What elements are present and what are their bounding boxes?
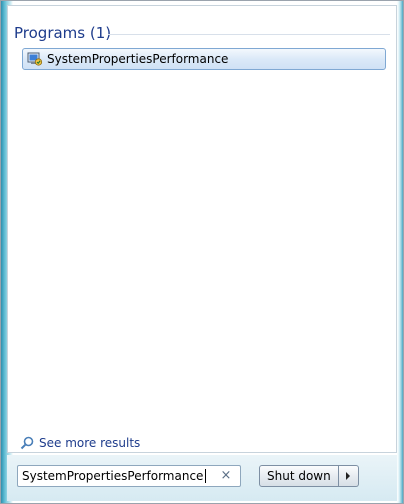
see-more-results-label: See more results (39, 436, 141, 450)
chevron-right-icon (346, 472, 351, 480)
search-icon (20, 436, 34, 450)
search-input[interactable]: SystemPropertiesPerformance × (17, 465, 241, 487)
start-menu-bottom-bar: SystemPropertiesPerformance × Shut down (7, 455, 397, 501)
search-input-value: SystemPropertiesPerformance (22, 469, 204, 483)
power-controls: Shut down (259, 465, 359, 487)
section-divider (108, 34, 390, 35)
shut-down-button[interactable]: Shut down (259, 465, 339, 487)
start-menu: Programs (1) SystemPropertiesPerformance… (0, 0, 404, 504)
clear-icon[interactable]: × (220, 469, 232, 483)
search-results-panel: Programs (1) SystemPropertiesPerformance… (7, 5, 397, 453)
text-caret (205, 469, 207, 483)
shut-down-options-button[interactable] (338, 465, 359, 487)
system-properties-icon (27, 52, 43, 66)
see-more-results-link[interactable]: See more results (20, 436, 140, 450)
result-item-label: SystemPropertiesPerformance (47, 52, 229, 66)
section-header-programs: Programs (1) (14, 24, 112, 42)
result-item-systempropertiesperformance[interactable]: SystemPropertiesPerformance (22, 48, 386, 70)
